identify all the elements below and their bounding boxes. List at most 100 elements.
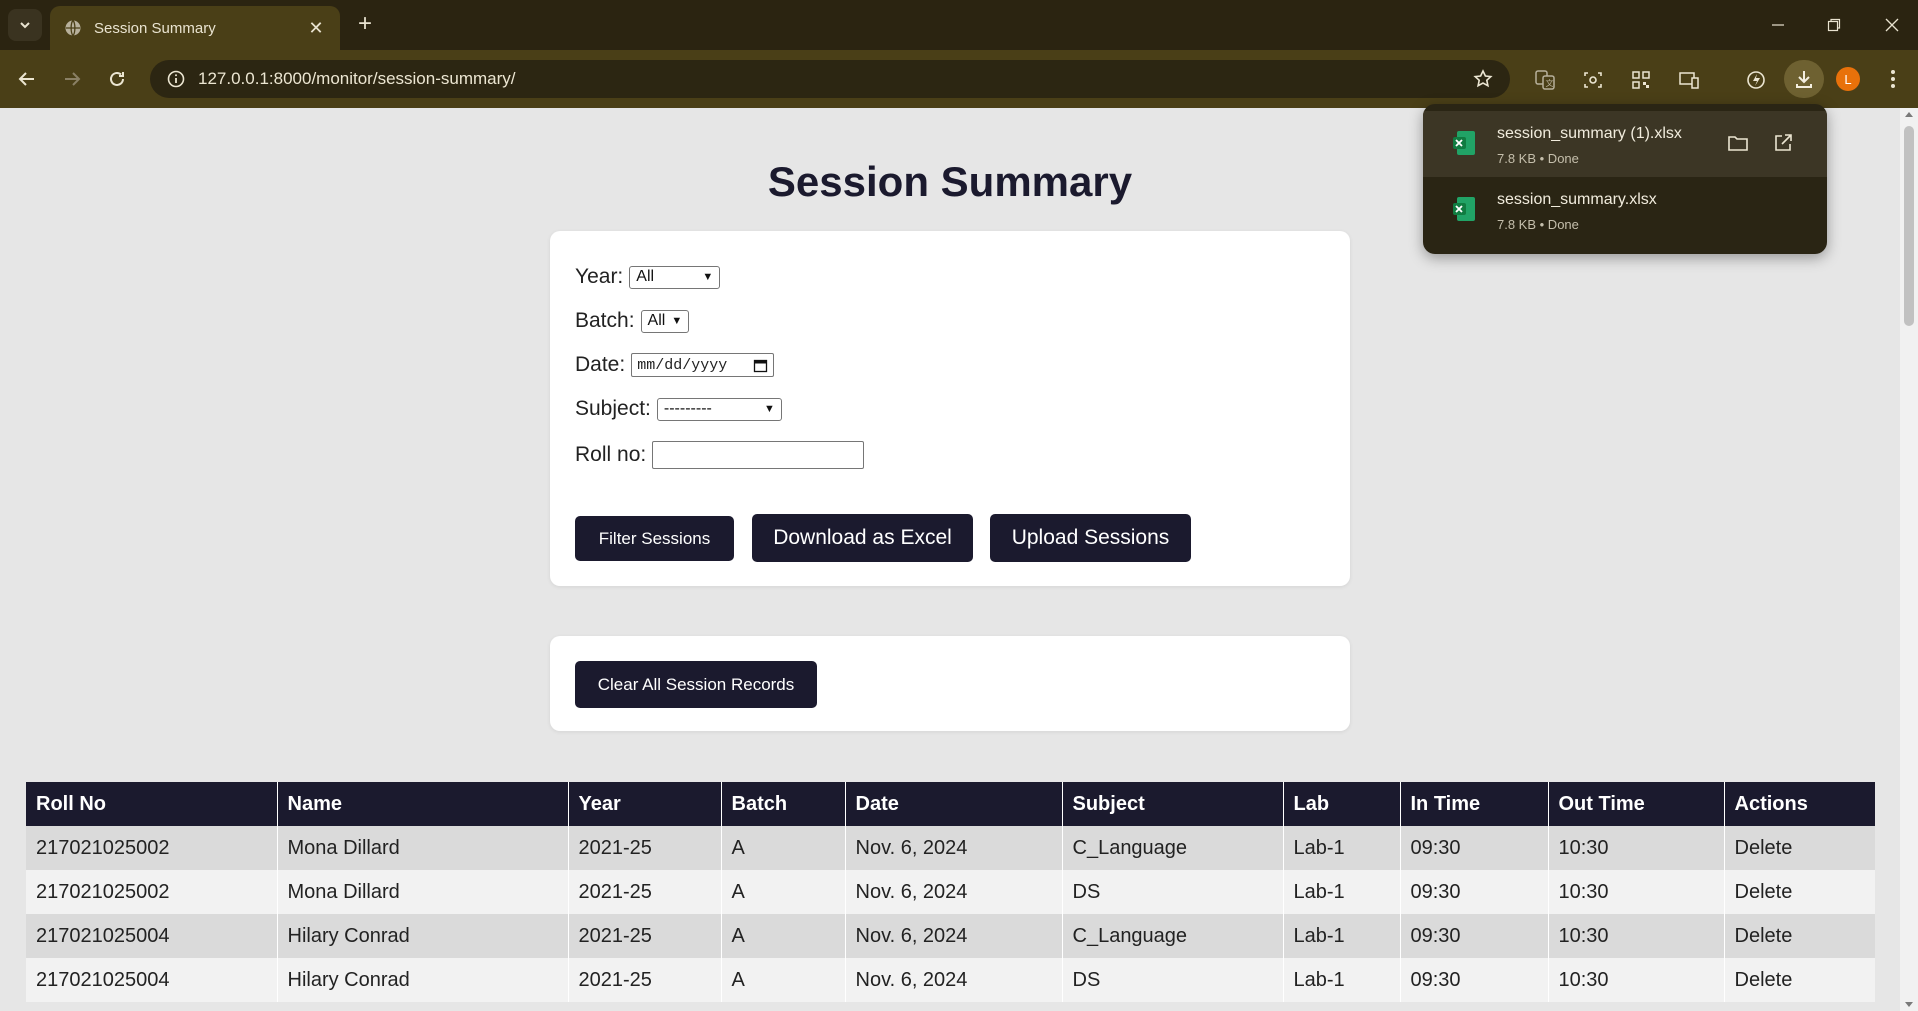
performance-icon[interactable]	[1740, 64, 1772, 96]
cell-year: 2021-25	[567, 958, 721, 1002]
subject-select-value: ---------	[663, 400, 712, 417]
chevron-down-icon: ▼	[671, 315, 683, 327]
clear-all-records-button[interactable]: Clear All Session Records	[575, 661, 817, 708]
tab-strip: Session Summary ✕ +	[0, 0, 1918, 50]
roll-field: Roll no:	[575, 441, 865, 469]
downloads-button[interactable]	[1784, 60, 1824, 98]
cell-in-time: 09:30	[1399, 914, 1548, 958]
minimize-button[interactable]	[1758, 10, 1798, 40]
cell-in-time: 09:30	[1399, 826, 1548, 870]
back-button[interactable]	[12, 64, 42, 94]
minimize-icon	[1772, 24, 1784, 26]
cell-out-time: 10:30	[1547, 914, 1724, 958]
roll-no-input[interactable]	[652, 441, 865, 469]
forward-button[interactable]	[57, 64, 87, 94]
restore-button[interactable]	[1814, 10, 1854, 40]
download-status: 7.8 KB • Done	[1497, 217, 1579, 232]
cell-out-time: 10:30	[1547, 958, 1724, 1002]
delete-link[interactable]: Delete	[1723, 958, 1875, 1002]
cell-subject: C_Language	[1061, 914, 1283, 958]
column-header[interactable]: In Time	[1399, 782, 1548, 826]
upload-sessions-button[interactable]: Upload Sessions	[990, 514, 1191, 562]
close-window-button[interactable]	[1872, 10, 1912, 40]
site-info-icon[interactable]	[156, 60, 196, 98]
calendar-icon[interactable]	[753, 358, 768, 373]
qr-code-icon[interactable]	[1625, 64, 1657, 96]
filter-sessions-button[interactable]: Filter Sessions	[575, 516, 734, 561]
cell-lab: Lab-1	[1282, 870, 1400, 914]
address-bar[interactable]: 127.0.0.1:8000/monitor/session-summary/	[150, 60, 1510, 98]
column-header[interactable]: Year	[567, 782, 721, 826]
column-header[interactable]: Date	[844, 782, 1062, 826]
download-item[interactable]: session_summary (1).xlsx 7.8 KB • Done	[1423, 111, 1827, 177]
translate-icon[interactable]: 文	[1529, 64, 1561, 96]
cell-roll-no: 217021025004	[26, 914, 277, 958]
more-vertical-icon	[1891, 70, 1895, 88]
cell-subject: C_Language	[1061, 826, 1283, 870]
tab-close-icon[interactable]: ✕	[306, 18, 326, 39]
cell-batch: A	[720, 914, 845, 958]
year-select[interactable]: All ▼	[629, 265, 721, 289]
delete-link[interactable]: Delete	[1723, 914, 1875, 958]
year-field: Year: All ▼	[575, 265, 721, 289]
subject-field: Subject: --------- ▼	[575, 397, 782, 421]
table-row: 217021025004 Hilary Conrad 2021-25 A Nov…	[26, 914, 1875, 958]
cast-device-icon[interactable]	[1673, 64, 1705, 96]
column-header[interactable]: Out Time	[1547, 782, 1724, 826]
browser-menu-button[interactable]	[1880, 64, 1906, 94]
subject-label: Subject:	[575, 397, 651, 420]
batch-select[interactable]: All ▼	[640, 309, 689, 333]
scroll-down-arrow-icon[interactable]	[1905, 1002, 1913, 1007]
globe-icon	[65, 20, 81, 36]
batch-label: Batch:	[575, 309, 635, 332]
cell-lab: Lab-1	[1282, 914, 1400, 958]
tab-search-button[interactable]	[8, 9, 42, 41]
folder-icon[interactable]	[1725, 130, 1751, 156]
column-header[interactable]: Actions	[1723, 782, 1875, 826]
table-row: 217021025002 Mona Dillard 2021-25 A Nov.…	[26, 870, 1875, 914]
delete-link[interactable]: Delete	[1723, 870, 1875, 914]
chevron-down-icon: ▼	[764, 403, 775, 415]
roll-label: Roll no:	[575, 443, 647, 466]
cell-lab: Lab-1	[1282, 958, 1400, 1002]
download-icon	[1796, 71, 1812, 88]
delete-link[interactable]: Delete	[1723, 826, 1875, 870]
cell-subject: DS	[1061, 958, 1283, 1002]
download-excel-button[interactable]: Download as Excel	[752, 514, 973, 562]
svg-text:文: 文	[1546, 78, 1554, 88]
cell-date: Nov. 6, 2024	[844, 826, 1062, 870]
scrollbar-thumb[interactable]	[1904, 126, 1914, 326]
new-tab-button[interactable]: +	[352, 12, 378, 38]
bookmark-star-icon[interactable]	[1466, 62, 1500, 96]
year-select-value: All	[636, 268, 655, 285]
open-external-icon[interactable]	[1770, 130, 1796, 156]
page-scrollbar[interactable]	[1900, 108, 1918, 1011]
column-header[interactable]: Lab	[1282, 782, 1400, 826]
table-header-row: Roll No Name Year Batch Date Subject Lab…	[26, 782, 1875, 826]
cell-batch: A	[720, 870, 845, 914]
lens-screenshot-icon[interactable]	[1577, 64, 1609, 96]
column-header[interactable]: Subject	[1061, 782, 1283, 826]
downloads-bubble: session_summary (1).xlsx 7.8 KB • Done s…	[1423, 104, 1827, 254]
scroll-up-arrow-icon[interactable]	[1905, 112, 1913, 117]
cell-name: Mona Dillard	[276, 826, 568, 870]
cell-subject: DS	[1061, 870, 1283, 914]
arrow-left-icon	[18, 72, 34, 86]
subject-select[interactable]: --------- ▼	[656, 397, 782, 421]
download-item[interactable]: session_summary.xlsx 7.8 KB • Done	[1423, 177, 1827, 243]
tab-session-summary[interactable]: Session Summary ✕	[50, 6, 340, 50]
date-input[interactable]: mm/dd/yyyy	[631, 353, 775, 377]
download-filename: session_summary (1).xlsx	[1497, 125, 1682, 142]
date-label: Date:	[575, 353, 626, 376]
arrow-right-icon	[65, 72, 81, 86]
reload-button[interactable]	[102, 64, 132, 94]
cell-in-time: 09:30	[1399, 958, 1548, 1002]
cell-roll-no: 217021025004	[26, 958, 277, 1002]
cell-batch: A	[720, 826, 845, 870]
clear-records-card: Clear All Session Records	[550, 636, 1350, 731]
column-header[interactable]: Name	[276, 782, 568, 826]
column-header[interactable]: Roll No	[26, 782, 277, 826]
column-header[interactable]: Batch	[720, 782, 845, 826]
table-row: 217021025002 Mona Dillard 2021-25 A Nov.…	[26, 826, 1875, 870]
profile-avatar[interactable]: L	[1836, 67, 1860, 91]
